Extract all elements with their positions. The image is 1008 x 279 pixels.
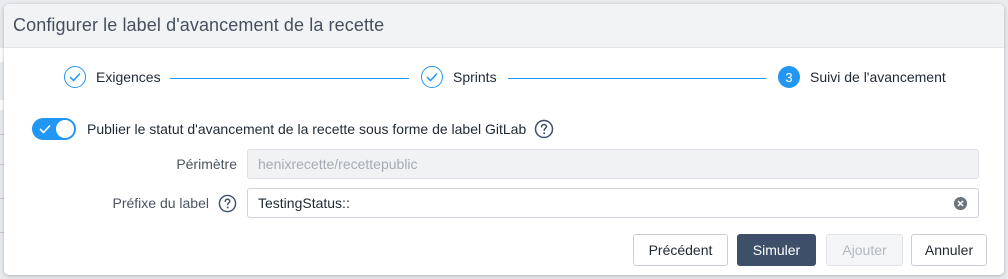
step-suivi-avancement[interactable]: 3 Suivi de l'avancement [778,66,946,88]
simulate-button[interactable]: Simuler [737,234,816,266]
add-button[interactable]: Ajouter [826,234,903,266]
prefixe-label: Préfixe du label [112,195,209,211]
step-sprints[interactable]: Sprints [421,66,497,88]
cancel-button[interactable]: Annuler [911,234,987,266]
prefixe-row: Préfixe du label [4,188,979,218]
stepper: Exigences Sprints 3 Suivi de l'avancemen… [4,66,1004,92]
prefixe-field [247,188,979,218]
question-circle-icon[interactable] [534,119,554,139]
check-icon [421,66,443,88]
clear-circle-icon[interactable] [953,196,968,214]
perimetre-field: henixrecette/recettepublic [247,149,979,179]
previous-button[interactable]: Précédent [633,234,728,266]
check-icon [64,66,86,88]
step-number-badge: 3 [778,66,800,88]
step-label: Exigences [96,69,161,85]
perimetre-row: Périmètre henixrecette/recettepublic [4,149,979,179]
step-connector [170,78,409,79]
perimetre-value: henixrecette/recettepublic [258,156,418,172]
step-exigences[interactable]: Exigences [64,66,161,88]
publish-toggle-switch[interactable] [32,118,76,140]
prefixe-input[interactable] [258,195,938,211]
question-circle-icon[interactable] [218,194,237,213]
publish-toggle-row: Publier le statut d'avancement de la rec… [32,118,554,140]
toggle-knob [56,120,74,138]
step-label: Sprints [453,69,497,85]
dialog-header: Configurer le label d'avancement de la r… [4,4,1004,48]
perimetre-label: Périmètre [176,156,237,172]
step-connector [508,78,766,79]
publish-toggle-label: Publier le statut d'avancement de la rec… [87,121,527,137]
step-label: Suivi de l'avancement [810,69,946,85]
dialog-title: Configurer le label d'avancement de la r… [13,15,385,35]
configure-label-dialog: Configurer le label d'avancement de la r… [4,4,1004,275]
check-icon [39,124,51,134]
